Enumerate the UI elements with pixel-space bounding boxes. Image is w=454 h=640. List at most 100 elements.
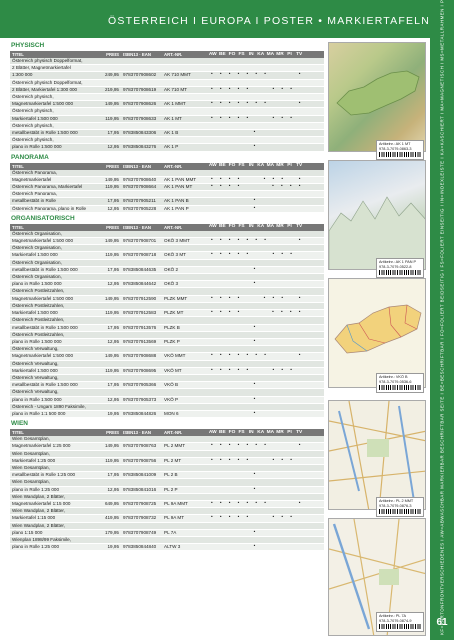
table-row: Markiertafel 1:25 000 119,95 9783707908756… [10, 457, 324, 465]
table-cell: plano in Rolle 1:500 000 [12, 144, 62, 150]
feature-dots [208, 80, 324, 86]
column-header: KA [257, 429, 265, 435]
table-cell: Magnetmarkiertafel 1:500 000 [12, 353, 74, 359]
feature-dots [208, 231, 324, 237]
table-row: Wien Wandplan, 2 Blätter, [10, 522, 324, 530]
section-title: PANORAMA [11, 153, 49, 161]
article-isbn: 978-3-7079-0863-3 [379, 146, 412, 151]
table-cell: plano in Rolle 1:1 500 000 [12, 410, 66, 416]
table-cell [101, 288, 123, 294]
table-cell [123, 108, 164, 114]
table-cell [101, 80, 123, 86]
article-label-1: Artikelnr.: AK 1 MT 978-3-7079-0863-3 [376, 140, 424, 160]
column-header: TV [296, 429, 303, 435]
table-cell: 9783707908725 [123, 500, 157, 506]
column-header: AW [208, 224, 217, 230]
table-cell: OKÖ 3 [164, 281, 179, 287]
table-cell: Magnetmarkiertafel [12, 176, 52, 182]
table-cell [123, 389, 164, 395]
table-cell: PLZK MT [164, 310, 184, 316]
table-cell: Österreich physisch, [12, 94, 54, 100]
table-row: Österreich Panorama, [10, 169, 324, 177]
table-cell: 9783707913576 [123, 324, 157, 330]
feature-dots [208, 303, 324, 309]
table-cell: 9783850844826 [123, 410, 157, 416]
table-row: Österreich - Ungarn 1890 Faksimile, [10, 403, 324, 411]
feature-dots [208, 123, 324, 129]
column-header: PI [287, 51, 292, 57]
table-body: Österreich Panorama, Magnetmarkiertafel 1… [10, 169, 324, 213]
table-cell [164, 108, 208, 114]
feature-dots [208, 465, 324, 471]
table-cell: 12,95 [107, 205, 120, 211]
feature-dots: ••••• ••• [211, 252, 300, 258]
table-cell [164, 58, 208, 64]
table-cell [123, 317, 164, 323]
table-cell [164, 170, 208, 176]
column-header: AW [208, 163, 217, 169]
table-cell: plano in Rolle 1:500 000 [12, 281, 62, 287]
table-cell: 12,95 [107, 396, 120, 402]
table-cell [101, 537, 123, 543]
table-cell: 17,95 [107, 324, 120, 330]
table-cell [164, 317, 208, 323]
table-cell [101, 479, 123, 485]
table-row: metallbestäbt in Rolle 17,95 9783707905211… [10, 198, 324, 206]
table-cell: 149,95 [104, 295, 119, 301]
feature-dots [208, 436, 324, 442]
table-header: TITEL PREIS ISBN13 · EAN ART.-NR. AW BE FO FS IN… [10, 429, 324, 437]
table-cell: PL 9A MMT [164, 500, 188, 506]
feature-dots: ••••• ••• [211, 515, 300, 521]
table-cell: Österreich Verwaltung, [12, 346, 59, 352]
table-cell: Österreich Postleitzahlen, [12, 288, 65, 294]
table-cell [164, 451, 208, 457]
table-cell [101, 389, 123, 395]
table-row: plano in Rolle 1:1 500 000 19,95 978385084… [10, 410, 324, 419]
feature-dots: • [211, 410, 306, 416]
column-header: TV [296, 51, 303, 57]
table-cell [164, 332, 208, 338]
table-cell [101, 303, 123, 309]
table-cell [164, 274, 208, 280]
feature-dots: •••• •••• [211, 310, 308, 316]
table-row: Österreich Verwaltung, [10, 389, 324, 397]
table-cell: 9783850841016 [123, 486, 157, 492]
feature-dots [208, 332, 324, 338]
table-cell: 12,95 [107, 486, 120, 492]
feature-dots: •••• ••• • [211, 176, 308, 182]
table-cell: 9783707905211 [123, 198, 156, 204]
table-cell: 17,95 [107, 130, 120, 136]
side-legend-text: KF=KARTONFRONTVERSCHIEDENES I AW=ABWASCH… [439, 0, 445, 635]
feature-dots: • [211, 529, 306, 535]
table-cell: 9783707908695 [123, 367, 157, 373]
table-cell [123, 58, 164, 64]
table-row: Magnetmarkiertafel 149,95 9783707908640 AK … [10, 176, 324, 185]
table-cell: VKÖ MMT [164, 353, 186, 359]
column-header: FO [228, 224, 236, 230]
table-cell: Österreich Postleitzahlen, [12, 331, 65, 337]
table-cell [123, 465, 164, 471]
table-cell [164, 404, 208, 410]
column-header: IN [248, 163, 254, 169]
table-cell: Österreich Panorama, Markiertafel [12, 184, 83, 190]
table-row: Österreich Verwaltung, [10, 360, 324, 368]
table-cell: 9783707905228 [123, 205, 157, 211]
article-isbn: 978-3-7079-0874-9 [379, 618, 412, 623]
table-cell: 9783707908701 [123, 238, 157, 244]
column-header: KA [257, 51, 265, 57]
feature-dots: • [211, 472, 306, 478]
table-cell [123, 231, 164, 237]
table-cell: Österreich Verwaltung, [12, 389, 59, 395]
section-title: ORGANISATORISCH [11, 214, 75, 222]
table-cell: metallbestäbt in Rolle 1:25 000 [12, 472, 76, 478]
article-label-2: Artikelnr.: AK 1 PAN P 978-3-7079-0522-8 [376, 258, 424, 278]
table-cell: Magnetmarkiertafel 1:500 000 [12, 295, 74, 301]
feature-dots: ••••••• • [211, 238, 308, 244]
column-header: FS [238, 51, 245, 57]
feature-dots [208, 191, 324, 197]
table-cell [101, 494, 123, 500]
table-cell: 12,95 [107, 144, 120, 150]
table-cell [123, 94, 164, 100]
table-cell: Österreich Organisation, [12, 259, 62, 265]
table-cell: Österreich Verwaltung, [12, 374, 59, 380]
